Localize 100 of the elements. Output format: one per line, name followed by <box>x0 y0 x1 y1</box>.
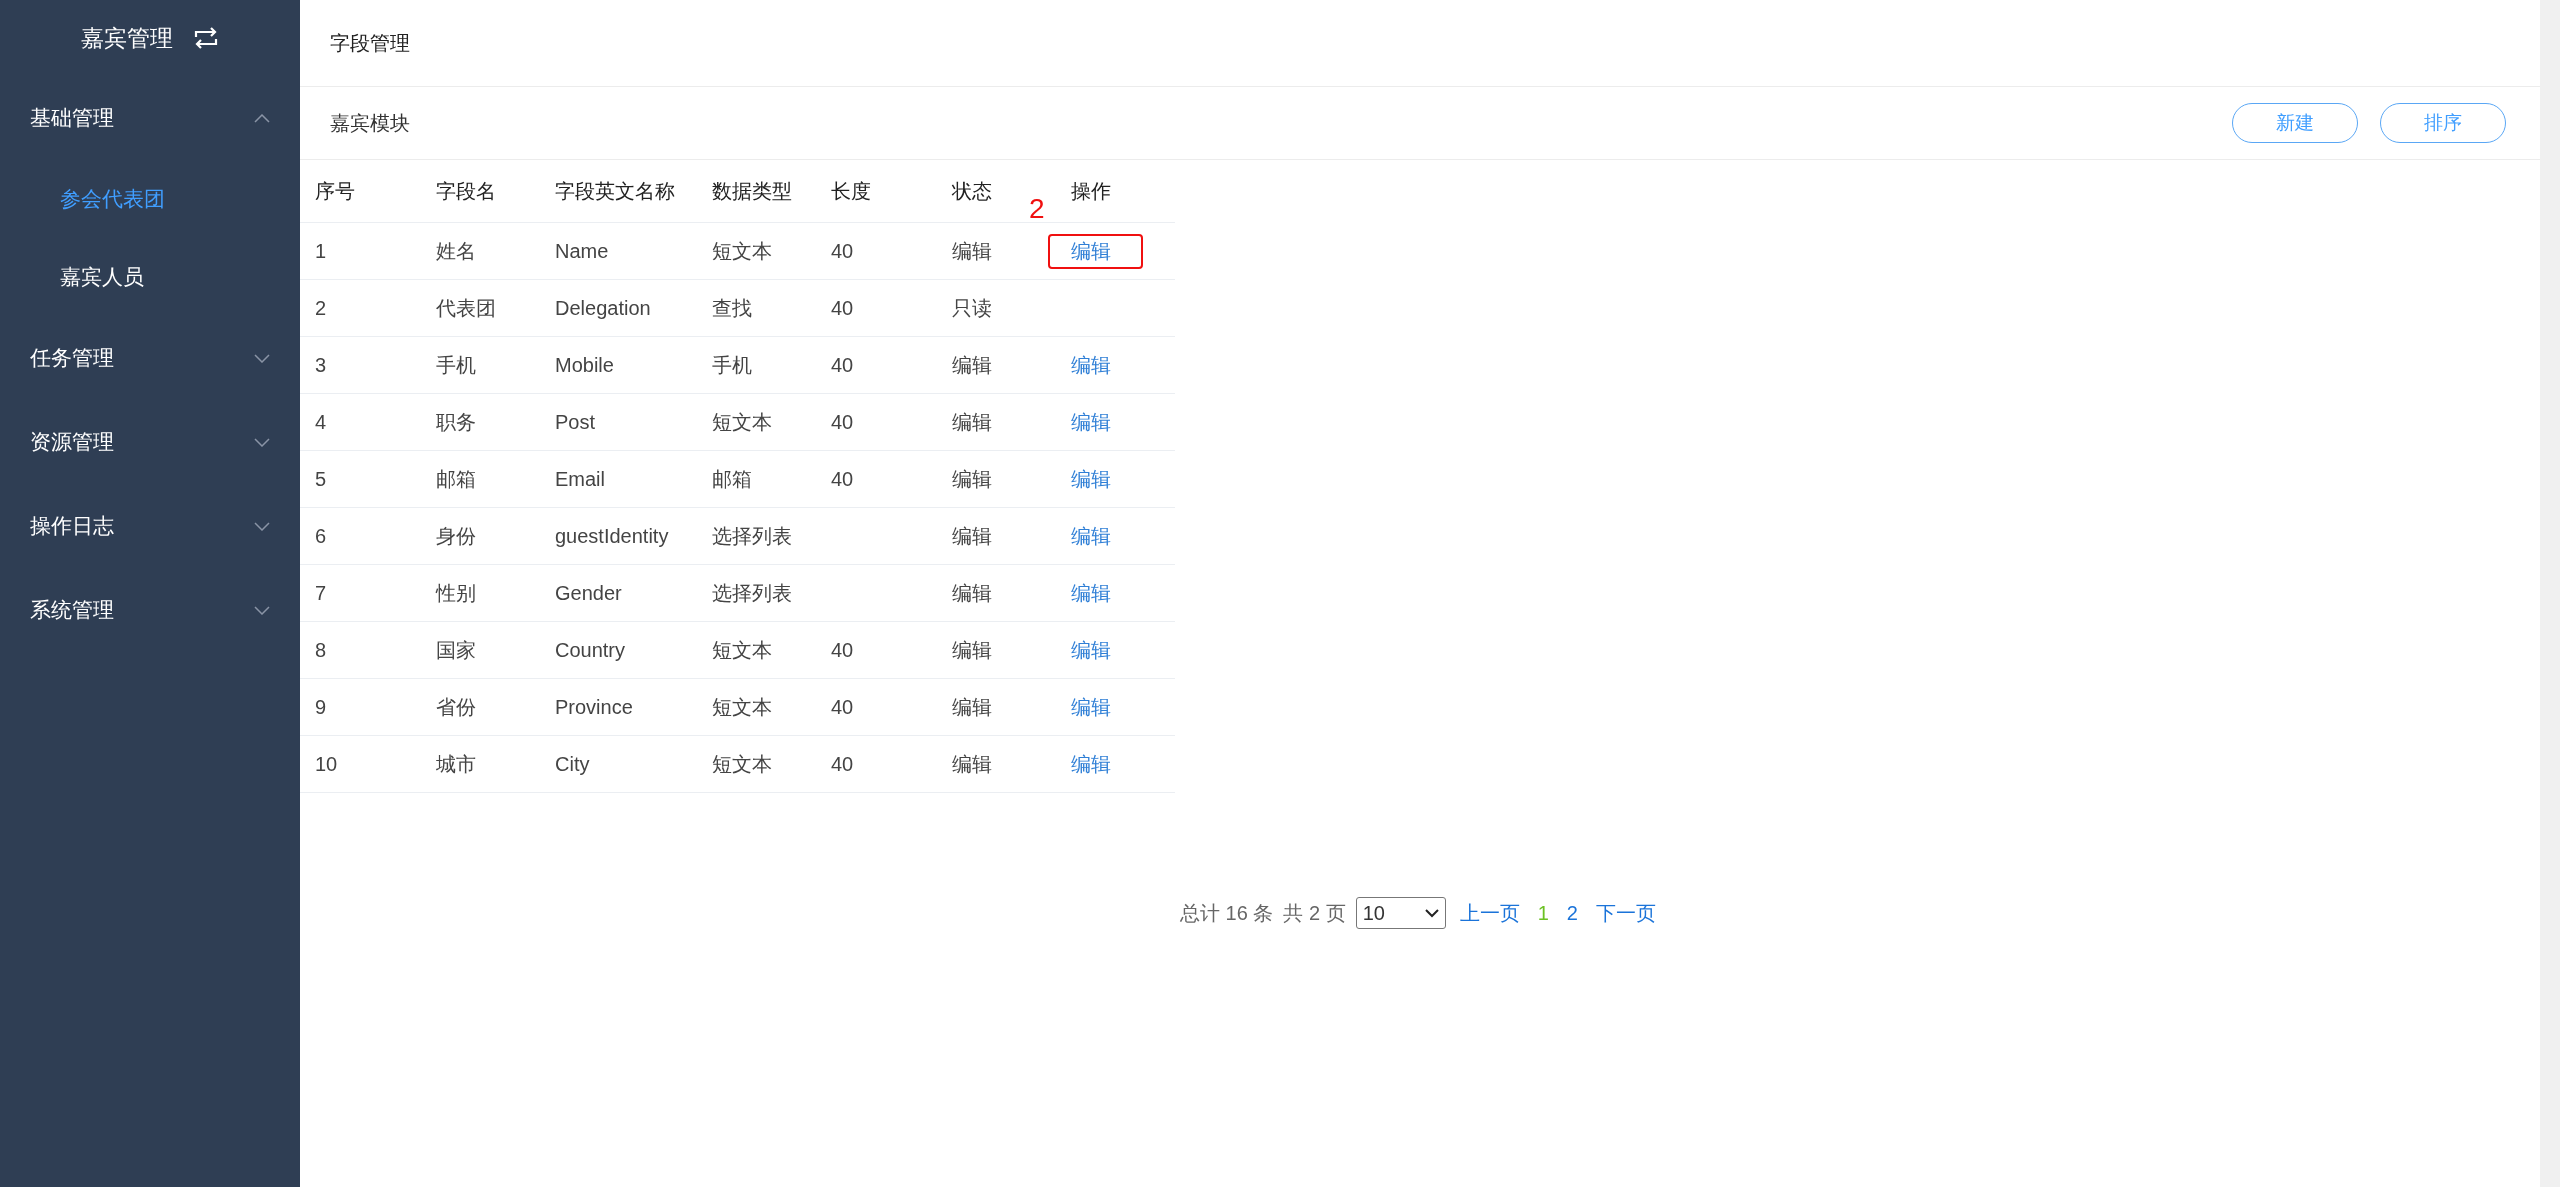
table-cell: 编辑 <box>952 239 992 262</box>
table-cell: 40 <box>831 695 854 718</box>
table-cell: 手机 <box>712 353 752 376</box>
action-button[interactable]: 新建 <box>2232 103 2358 143</box>
column-header: 长度 <box>816 160 937 223</box>
edit-link[interactable]: 编辑 <box>1071 752 1111 775</box>
table-cell: Delegation <box>555 296 651 319</box>
table-cell: 40 <box>831 239 854 262</box>
table-cell: 4 <box>315 410 327 433</box>
table-cell: Gender <box>555 581 622 604</box>
table-cell: Country <box>555 638 626 661</box>
chevron-down-icon <box>1424 908 1439 918</box>
table-cell: 身份 <box>436 524 476 547</box>
table-cell: 40 <box>831 296 854 319</box>
table-cell: 编辑 <box>952 695 992 718</box>
table-cell: 短文本 <box>712 638 772 661</box>
edit-link[interactable]: 编辑 <box>1071 695 1111 718</box>
table-cell: 选择列表 <box>712 524 792 547</box>
app-title: 嘉宾管理 <box>81 23 173 53</box>
menu-group[interactable]: 系统管理 <box>0 568 300 652</box>
menu-group[interactable]: 操作日志 <box>0 484 300 568</box>
table-cell: 手机 <box>436 353 476 376</box>
table-cell: 编辑 <box>952 524 992 547</box>
table-cell: 编辑 <box>952 581 992 604</box>
table-cell: 姓名 <box>436 239 476 262</box>
table-cell: 短文本 <box>712 410 772 433</box>
table-cell: 9 <box>315 695 327 718</box>
menu-item[interactable]: 嘉宾人员 <box>0 238 300 316</box>
menu-group[interactable]: 任务管理 <box>0 316 300 400</box>
table-cell: 国家 <box>436 638 476 661</box>
table-cell: Mobile <box>555 353 614 376</box>
chevron-down-icon <box>254 605 270 615</box>
table-cell: 40 <box>831 353 854 376</box>
section-title: 嘉宾模块 <box>330 110 410 136</box>
table-cell: 编辑 <box>952 353 992 376</box>
table-cell: Province <box>555 695 633 718</box>
table-cell: 编辑 <box>952 467 992 490</box>
edit-link[interactable]: 编辑 <box>1071 638 1111 661</box>
table-cell: 城市 <box>436 752 476 775</box>
table-cell: 短文本 <box>712 239 772 262</box>
table-cell: Post <box>555 410 596 433</box>
table-cell: 编辑 <box>952 410 992 433</box>
action-button[interactable]: 排序 <box>2380 103 2506 143</box>
table-cell: 性别 <box>436 581 476 604</box>
chevron-down-icon <box>254 353 270 363</box>
total-count: 总计 16 条 <box>1180 900 1274 926</box>
next-page-link[interactable]: 下一页 <box>1595 899 1656 927</box>
page-title: 字段管理 <box>330 30 410 56</box>
column-header: 字段英文名称 <box>540 160 697 223</box>
table-cell: 40 <box>831 752 854 775</box>
menu-group[interactable]: 基础管理 <box>0 76 300 160</box>
chevron-down-icon <box>254 521 270 531</box>
edit-link[interactable]: 编辑 <box>1071 410 1111 433</box>
table-cell: Name <box>555 239 609 262</box>
table-cell: 40 <box>831 467 854 490</box>
table-cell: 3 <box>315 353 327 376</box>
page-size-select[interactable]: 10 <box>1355 897 1446 929</box>
table-cell: 40 <box>831 410 854 433</box>
swap-arrows-icon[interactable] <box>193 27 219 49</box>
table-cell: 6 <box>315 524 327 547</box>
prev-page-link[interactable]: 上一页 <box>1459 899 1520 927</box>
table-cell: 1 <box>315 239 327 262</box>
table-cell: 代表团 <box>436 296 496 319</box>
table-cell: 5 <box>315 467 327 490</box>
table-cell: 编辑 <box>952 638 992 661</box>
edit-link[interactable]: 编辑 <box>1071 581 1111 604</box>
table-cell: 编辑 <box>952 752 992 775</box>
chevron-up-icon <box>254 113 270 123</box>
table-cell: 只读 <box>952 296 992 319</box>
page-link[interactable]: 1 <box>1537 901 1549 925</box>
menu-item[interactable]: 参会代表团 <box>0 160 300 238</box>
column-header: 操作 <box>1056 160 1175 223</box>
edit-link[interactable]: 编辑 <box>1071 239 1111 262</box>
table-cell: 短文本 <box>712 695 772 718</box>
table-cell: 8 <box>315 638 327 661</box>
menu-group[interactable]: 资源管理 <box>0 400 300 484</box>
table-cell: 40 <box>831 638 854 661</box>
table-cell: 邮箱 <box>712 467 752 490</box>
annotation-label: 2 <box>1029 193 1045 225</box>
table-cell: 职务 <box>436 410 476 433</box>
table-cell: guestIdentity <box>555 524 669 547</box>
edit-link[interactable]: 编辑 <box>1071 524 1111 547</box>
table-cell: City <box>555 752 590 775</box>
table-cell: Email <box>555 467 605 490</box>
column-header: 数据类型 <box>697 160 816 223</box>
column-header: 字段名 <box>421 160 540 223</box>
table-cell: 7 <box>315 581 327 604</box>
table-cell: 邮箱 <box>436 467 476 490</box>
table-cell: 2 <box>315 296 327 319</box>
table-cell: 10 <box>315 752 338 775</box>
edit-link[interactable]: 编辑 <box>1071 353 1111 376</box>
table-cell: 省份 <box>436 695 476 718</box>
edit-link[interactable]: 编辑 <box>1071 467 1111 490</box>
chevron-down-icon <box>254 437 270 447</box>
table-cell: 短文本 <box>712 752 772 775</box>
column-header: 序号 <box>300 160 421 223</box>
table-cell: 查找 <box>712 296 752 319</box>
table-cell: 选择列表 <box>712 581 792 604</box>
page-link[interactable]: 2 <box>1566 901 1578 925</box>
page-count: 共 2 页 <box>1283 900 1346 926</box>
